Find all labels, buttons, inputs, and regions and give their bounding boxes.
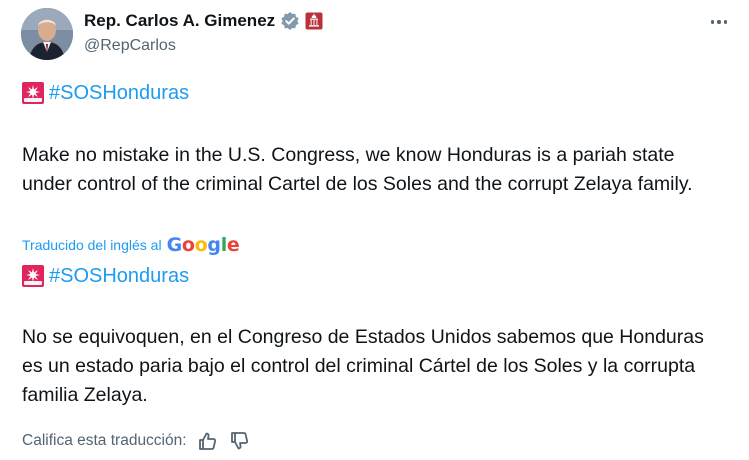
rotating-light-emoji-icon (21, 81, 45, 105)
tweet-text-spanish: No se equivoquen, en el Congreso de Esta… (22, 326, 704, 406)
tweet-header: Rep. Carlos A. Gimenez @RepCarlos (0, 0, 749, 70)
capitol-affiliation-icon[interactable] (305, 12, 323, 30)
thumbs-down-icon[interactable] (229, 430, 251, 452)
hashtag-link[interactable]: #SOSHonduras (49, 82, 189, 105)
verified-badge-icon (280, 11, 300, 31)
more-options-icon[interactable] (706, 12, 732, 32)
translated-label: Traducido del inglés al (22, 237, 162, 253)
tweet-text-english: Make no mistake in the U.S. Congress, we… (22, 144, 693, 195)
rate-label: Califica esta traducción: (22, 432, 187, 449)
author-info: Rep. Carlos A. Gimenez @RepCarlos (84, 10, 323, 55)
display-name[interactable]: Rep. Carlos A. Gimenez (84, 11, 275, 31)
handle[interactable]: @RepCarlos (84, 37, 323, 55)
avatar[interactable] (21, 8, 73, 60)
google-logo: Google (166, 234, 240, 256)
hashtag-line: #SOSHonduras (21, 81, 189, 105)
hashtag-link[interactable]: #SOSHonduras (49, 265, 189, 288)
rotating-light-emoji-icon (21, 264, 45, 288)
rate-translation: Califica esta traducción: (22, 430, 251, 452)
thumbs-up-icon[interactable] (197, 430, 219, 452)
hashtag-line-translated: #SOSHonduras (21, 264, 189, 288)
translation-attribution: Traducido del inglés al Google (22, 234, 240, 256)
